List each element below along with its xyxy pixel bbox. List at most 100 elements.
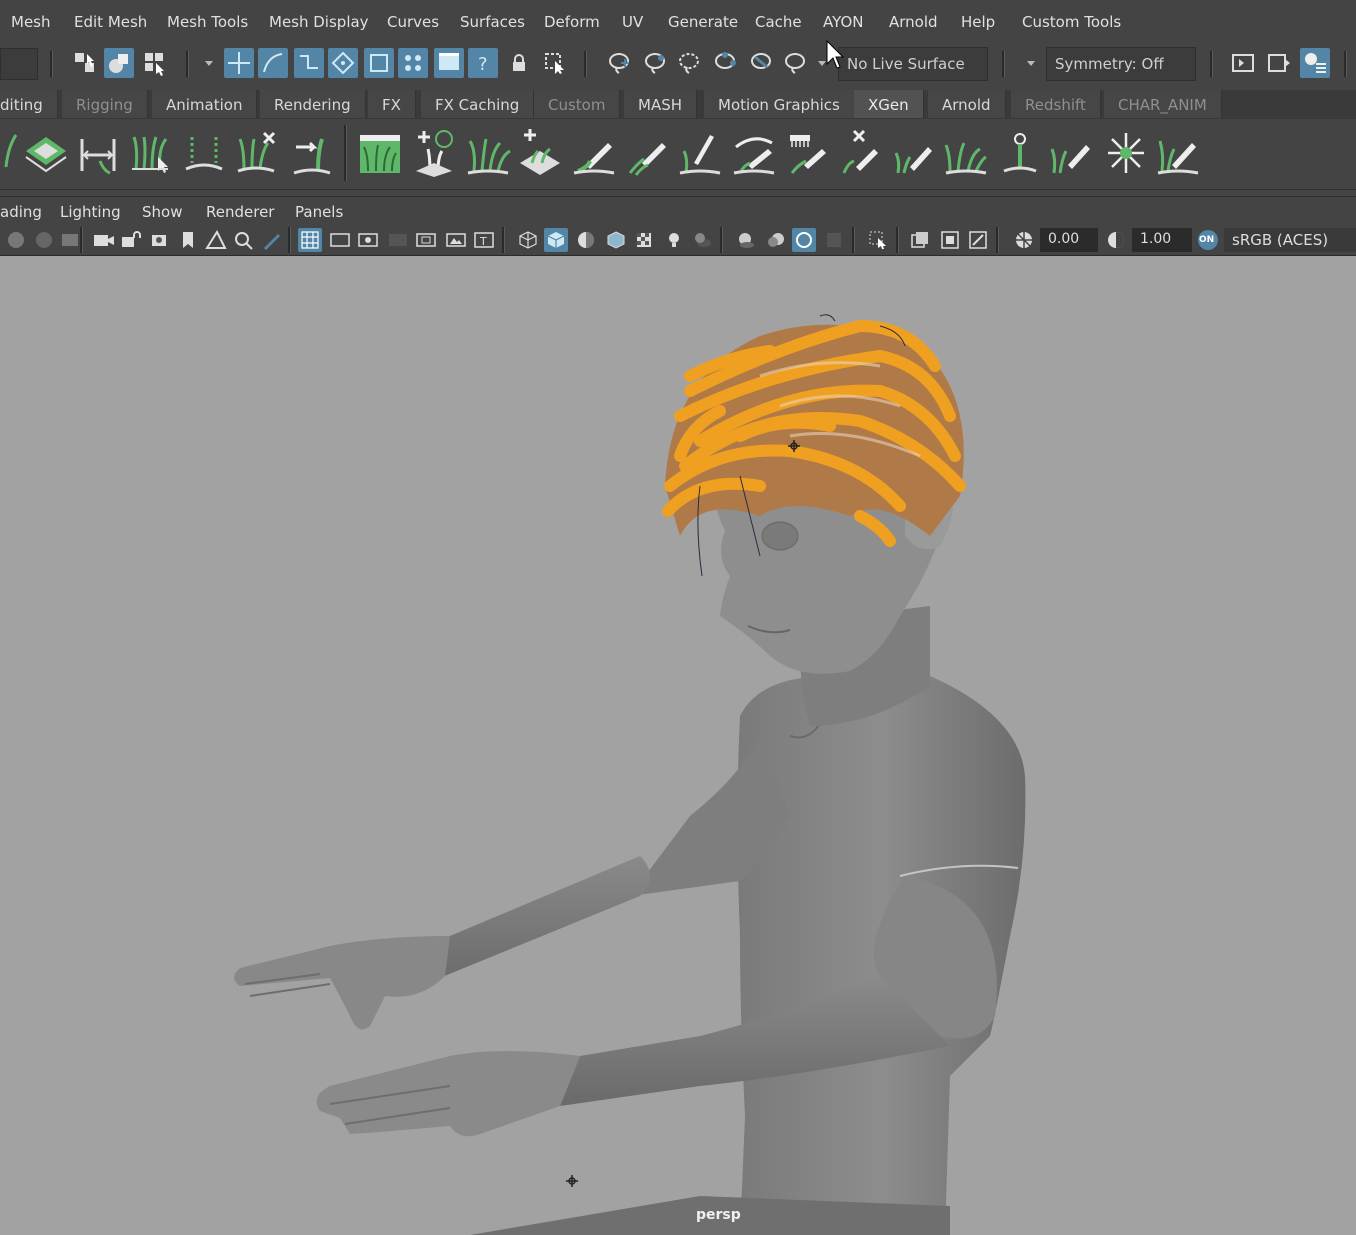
menu-mesh[interactable]: Mesh bbox=[11, 13, 51, 31]
menu-custom-tools[interactable]: Custom Tools bbox=[1022, 13, 1121, 31]
xgen-comb-brush-icon[interactable] bbox=[624, 127, 672, 179]
gamma-icon[interactable] bbox=[1104, 228, 1128, 252]
tab-modeling-editing[interactable]: diting bbox=[0, 90, 58, 118]
tab-redshift[interactable]: Redshift bbox=[1011, 90, 1101, 118]
xgen-smooth-brush-icon[interactable] bbox=[784, 127, 832, 179]
gate-mask-icon[interactable] bbox=[386, 228, 410, 252]
show-tool-settings-icon[interactable] bbox=[1300, 48, 1330, 78]
chevron-down-icon[interactable] bbox=[1020, 48, 1042, 78]
lasso-select-icon[interactable] bbox=[604, 48, 634, 78]
xgen-convert-guides-icon[interactable] bbox=[286, 127, 334, 179]
panel-menu-shading[interactable]: ading bbox=[0, 203, 42, 221]
smooth-shade-icon[interactable] bbox=[544, 228, 568, 252]
snap-to-view-plane-icon[interactable] bbox=[364, 48, 394, 78]
lock-camera-icon[interactable] bbox=[120, 228, 144, 252]
bookmark-icon[interactable] bbox=[176, 228, 200, 252]
tab-xgen[interactable]: XGen bbox=[854, 90, 924, 118]
tab-mash[interactable]: MASH bbox=[624, 90, 698, 118]
show-attribute-editor-icon[interactable] bbox=[1264, 48, 1294, 78]
image-plane-toggle-icon[interactable] bbox=[204, 228, 228, 252]
viewport-persp[interactable]: persp bbox=[0, 256, 1356, 1235]
xgen-place-brush-icon[interactable] bbox=[570, 127, 618, 179]
xray-joints-icon[interactable] bbox=[938, 228, 962, 252]
tab-rendering[interactable]: Rendering bbox=[260, 90, 366, 118]
xgen-create-groom-icon[interactable] bbox=[516, 127, 564, 179]
symmetry-select-icon[interactable] bbox=[710, 48, 740, 78]
tab-fx[interactable]: FX bbox=[368, 90, 416, 118]
snap-to-projected-center-icon[interactable] bbox=[328, 48, 358, 78]
snap-to-grid-icon[interactable] bbox=[224, 48, 254, 78]
menu-generate[interactable]: Generate bbox=[668, 13, 738, 31]
panel-menu-lighting[interactable]: Lighting bbox=[60, 203, 121, 221]
safe-title-icon[interactable]: T bbox=[472, 228, 496, 252]
xgen-editor-icon[interactable] bbox=[356, 127, 404, 179]
menu-set-dropdown[interactable] bbox=[0, 48, 38, 80]
lock-icon[interactable] bbox=[504, 48, 534, 78]
tab-motion-graphics[interactable]: Motion Graphics bbox=[704, 90, 855, 118]
tab-animation[interactable]: Animation bbox=[152, 90, 258, 118]
snap-to-point-icon[interactable] bbox=[294, 48, 324, 78]
image-plane-icon[interactable] bbox=[58, 228, 82, 252]
shadows-icon[interactable] bbox=[690, 228, 714, 252]
color-space-dropdown[interactable]: sRGB (ACES) bbox=[1224, 228, 1356, 252]
textured-sphere-icon[interactable] bbox=[32, 228, 56, 252]
xgen-noise-brush-icon[interactable] bbox=[996, 127, 1044, 179]
use-default-material-icon[interactable] bbox=[574, 228, 598, 252]
select-by-object-icon[interactable] bbox=[104, 48, 134, 78]
menu-curves[interactable]: Curves bbox=[387, 13, 439, 31]
tweak-select-icon[interactable] bbox=[674, 48, 704, 78]
live-surface-field[interactable]: No Live Surface bbox=[838, 47, 988, 81]
tab-custom[interactable]: Custom bbox=[534, 90, 621, 118]
camera-select-icon[interactable] bbox=[780, 48, 810, 78]
xgen-interactive-groom-icon[interactable] bbox=[464, 127, 512, 179]
xgen-length-brush-icon[interactable] bbox=[676, 127, 724, 179]
shaded-sphere-icon[interactable] bbox=[4, 228, 28, 252]
field-chart-icon[interactable] bbox=[414, 228, 438, 252]
chevron-down-icon[interactable] bbox=[198, 48, 220, 78]
make-live-icon[interactable] bbox=[398, 48, 428, 78]
menu-surfaces[interactable]: Surfaces bbox=[460, 13, 525, 31]
xgen-erase-brush-icon[interactable] bbox=[836, 127, 884, 179]
xray-icon[interactable] bbox=[908, 228, 932, 252]
panel-menu-renderer[interactable]: Renderer bbox=[206, 203, 274, 221]
xgen-create-description-icon[interactable] bbox=[22, 127, 70, 179]
reflection-select-icon[interactable] bbox=[746, 48, 776, 78]
xgen-density-brush-icon[interactable] bbox=[1048, 127, 1096, 179]
menu-help[interactable]: Help bbox=[961, 13, 995, 31]
resolution-gate-icon[interactable] bbox=[356, 228, 380, 252]
menu-edit-mesh[interactable]: Edit Mesh bbox=[74, 13, 147, 31]
xgen-select-guides-icon[interactable] bbox=[128, 127, 176, 179]
tab-rigging[interactable]: Rigging bbox=[62, 90, 148, 118]
textured-icon[interactable] bbox=[632, 228, 656, 252]
render-view-icon[interactable] bbox=[434, 48, 464, 78]
snap-to-curve-icon[interactable] bbox=[258, 48, 288, 78]
xgen-part-brush-icon[interactable] bbox=[942, 127, 990, 179]
xgen-clump-brush-icon[interactable] bbox=[890, 127, 938, 179]
xgen-guide-length-icon[interactable] bbox=[74, 127, 122, 179]
xgen-delete-guides-icon[interactable] bbox=[232, 127, 280, 179]
use-all-lights-icon[interactable] bbox=[662, 228, 686, 252]
safe-action-icon[interactable] bbox=[444, 228, 468, 252]
wireframe-icon[interactable] bbox=[516, 228, 540, 252]
xgen-cut-brush-icon[interactable] bbox=[730, 127, 778, 179]
isolate-select-icon[interactable] bbox=[866, 228, 890, 252]
menu-cache[interactable]: Cache bbox=[755, 13, 802, 31]
tab-arnold[interactable]: Arnold bbox=[928, 90, 1006, 118]
tab-char-anim[interactable]: CHAR_ANIM bbox=[1104, 90, 1222, 118]
exposure-field[interactable]: 0.00 bbox=[1040, 228, 1098, 252]
tab-fx-caching[interactable]: FX Caching bbox=[421, 90, 535, 118]
select-lock-icon[interactable] bbox=[540, 48, 570, 78]
camera-icon[interactable] bbox=[92, 228, 116, 252]
xray-components-icon[interactable] bbox=[966, 228, 990, 252]
xgen-freeze-brush-icon[interactable] bbox=[1102, 127, 1150, 179]
grease-pencil-icon[interactable] bbox=[260, 228, 284, 252]
screen-space-ao-icon[interactable] bbox=[734, 228, 758, 252]
panel-menu-show[interactable]: Show bbox=[142, 203, 182, 221]
depth-of-field-icon[interactable] bbox=[822, 228, 846, 252]
soft-select-icon[interactable] bbox=[640, 48, 670, 78]
exposure-icon[interactable] bbox=[1012, 228, 1036, 252]
xgen-guide-region-icon[interactable] bbox=[180, 127, 228, 179]
grid-icon[interactable] bbox=[298, 228, 322, 252]
motion-blur-icon[interactable] bbox=[764, 228, 788, 252]
menu-uv[interactable]: UV bbox=[622, 13, 643, 31]
